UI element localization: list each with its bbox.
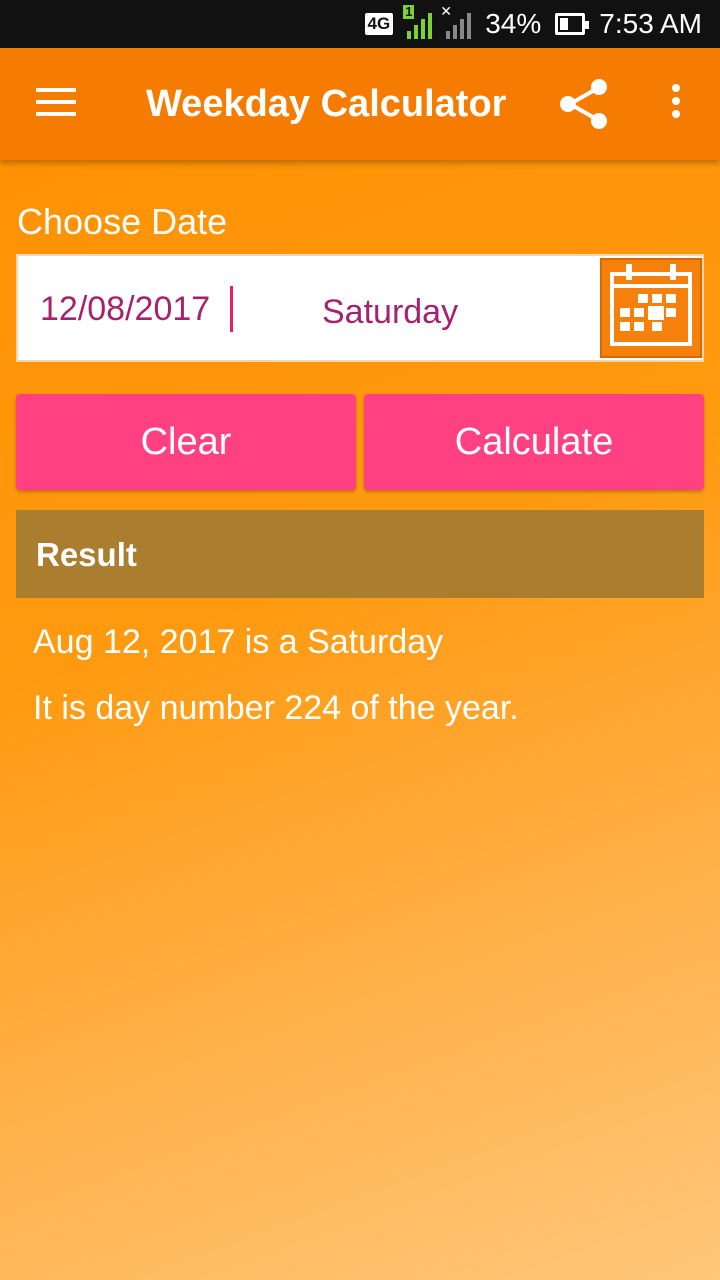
sim-indicator: 1 [403,4,415,19]
battery-icon [555,13,590,35]
network-type: 4G [364,13,394,35]
app-bar: Weekday Calculator [0,48,720,160]
date-field-container: Saturday [16,254,704,362]
calendar-icon[interactable] [600,258,702,358]
result-header: Result [16,510,704,598]
battery-percent: 34% [485,8,542,39]
signal-icon: 1 [403,5,433,39]
calculate-button[interactable]: Calculate [364,394,704,490]
clear-button[interactable]: Clear [16,394,356,490]
weekday-display: Saturday [322,293,459,331]
app-title: Weekday Calculator [146,83,507,125]
date-input[interactable] [40,286,300,332]
choose-date-label: Choose Date [17,201,228,242]
status-bar: 4G 1 ✕ 34% 7:53 AM [0,0,720,48]
more-vert-icon[interactable] [666,84,686,124]
share-icon[interactable] [556,76,612,132]
result-title: Result [36,536,137,573]
result-weekday-text: Aug 12, 2017 is a Saturday [33,623,444,661]
text-cursor [230,286,233,332]
menu-icon[interactable] [36,88,76,120]
no-signal-icon: ✕ [440,3,472,39]
clock: 7:53 AM [599,8,702,39]
result-day-number-text: It is day number 224 of the year. [33,689,519,727]
